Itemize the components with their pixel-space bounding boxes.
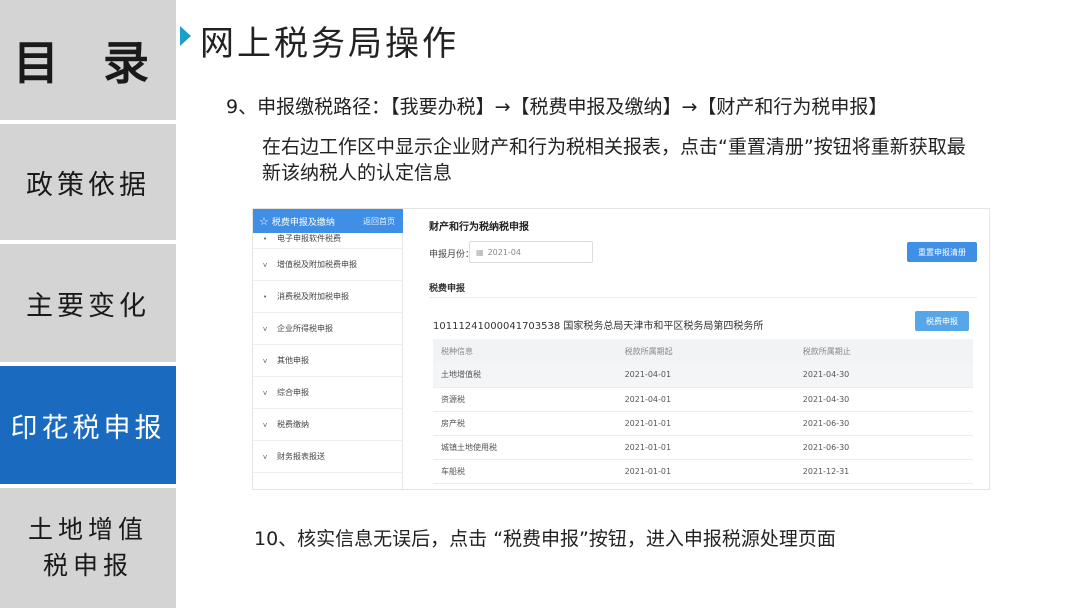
- sidebar-item[interactable]: v 税费缴纳: [253, 409, 403, 441]
- sidebar-item[interactable]: v 综合申报: [253, 377, 403, 409]
- panel-title: 财产和行为税纳税申报: [429, 222, 529, 233]
- table-cell: 2021-01-01: [616, 435, 795, 460]
- column-header: 税款所属期止: [794, 339, 973, 363]
- table-row[interactable]: 资源税 2021-04-01 2021-04-30: [433, 387, 973, 412]
- table-row[interactable]: 车船税 2021-01-01 2021-12-31: [433, 459, 973, 484]
- table-row[interactable]: 城镇土地使用税 2021-01-01 2021-06-30: [433, 435, 973, 460]
- sidebar-item-label: 其他申报: [277, 356, 309, 365]
- month-value: 2021-04: [487, 247, 521, 257]
- table-cell: 2021-01-01: [616, 411, 795, 436]
- step-9-description: 在右边工作区中显示企业财产和行为税相关报表，点击“重置清册”按钮将重新获取最新该…: [262, 136, 966, 184]
- sidebar-item[interactable]: • 消费税及附加税申报: [253, 281, 403, 313]
- tax-declare-button[interactable]: 税费申报: [915, 311, 969, 331]
- tax-table: 税种信息 税款所属期起 税款所属期止 土地增值税 2021-04-01 2021…: [433, 339, 973, 484]
- sidebar-item[interactable]: v 企业所得税申报: [253, 313, 403, 345]
- sidebar-item-label: 税费缴纳: [277, 420, 309, 429]
- nav-item-main-changes[interactable]: 主要变化: [0, 244, 176, 362]
- nav-item-label: 土地增值税申报: [27, 515, 148, 580]
- step-9-text: 9、申报缴税路径：【我要办税】→【税费申报及缴纳】→【财产和行为税申报】: [226, 96, 888, 118]
- month-field[interactable]: ▦ 2021-04: [469, 241, 593, 263]
- section-label: 税费申报: [429, 284, 466, 294]
- column-header: 税种信息: [433, 339, 617, 363]
- embedded-screenshot: ☆ 税费申报及缴纳 返回首页 • 电子申报软件税费 v 增值税及附加税费申报 • 消费…: [252, 208, 990, 490]
- month-label: 申报月份：: [429, 250, 475, 260]
- shot-sidebar: ☆ 税费申报及缴纳 返回首页 • 电子申报软件税费 v 增值税及附加税费申报 • 消费…: [253, 209, 403, 489]
- chevron-down-icon: v: [263, 324, 268, 333]
- nav-item-label: 政策依据: [26, 169, 150, 201]
- sidebar-item-label: 电子申报软件税费: [277, 234, 341, 243]
- nav-item-label: 主要变化: [26, 290, 150, 322]
- nav-item-land-vat[interactable]: 土地增值税申报: [0, 488, 176, 608]
- table-cell: 土地增值税: [433, 363, 617, 388]
- sidebar-item[interactable]: • 电子申报软件税费: [253, 229, 403, 249]
- table-cell: 2021-01-01: [616, 459, 795, 484]
- nav-item-policy-basis[interactable]: 政策依据: [0, 124, 176, 240]
- table-header-row: 税种信息 税款所属期起 税款所属期止: [433, 339, 973, 363]
- bullet-icon: •: [263, 292, 268, 301]
- table-cell: 2021-12-31: [794, 459, 973, 484]
- nav-item-stamp-tax-active[interactable]: 印花税申报: [0, 366, 176, 484]
- taxpayer-info: 1011124100004170353​8 国家税务总局天津市和平区税务局第四税…: [433, 321, 764, 332]
- calendar-icon: ▦: [476, 247, 484, 257]
- sidebar-item-label: 消费税及附加税申报: [277, 292, 349, 301]
- chevron-down-icon: v: [263, 260, 268, 269]
- chevron-down-icon: v: [263, 420, 268, 429]
- table-cell: 2021-04-30: [794, 387, 973, 412]
- nav-contents-label: 目 录: [12, 36, 163, 90]
- title-arrow-icon: [180, 26, 191, 46]
- section-divider: [429, 297, 977, 298]
- sidebar-item[interactable]: v 财务报表报送: [253, 441, 403, 473]
- table-cell: 2021-04-01: [616, 387, 795, 412]
- page-title: 网上税务局操作: [200, 24, 459, 64]
- chevron-down-icon: v: [263, 452, 268, 461]
- table-cell: 资源税: [433, 387, 617, 412]
- back-home-link[interactable]: 返回首页: [363, 216, 395, 227]
- table-cell: 房产税: [433, 411, 617, 436]
- table-row[interactable]: 房产税 2021-01-01 2021-06-30: [433, 411, 973, 436]
- table-cell: 2021-06-30: [794, 411, 973, 436]
- table-cell: 城镇土地使用税: [433, 435, 617, 460]
- table-cell: 2021-04-01: [616, 363, 795, 388]
- star-icon: ☆: [259, 214, 269, 228]
- sidebar-item[interactable]: v 增值税及附加税费申报: [253, 249, 403, 281]
- table-cell: 车船税: [433, 459, 617, 484]
- sidebar-header-label: 税费申报及缴纳: [271, 217, 335, 228]
- table-cell: 2021-06-30: [794, 435, 973, 460]
- reset-register-button[interactable]: 重置申报清册: [907, 242, 977, 262]
- table-cell: 2021-04-30: [794, 363, 973, 388]
- sidebar-item-label: 企业所得税申报: [277, 324, 333, 333]
- left-nav: 目 录 政策依据 主要变化 印花税申报 土地增值税申报: [0, 0, 176, 608]
- sidebar-item-label: 财务报表报送: [277, 452, 325, 461]
- bullet-icon: •: [263, 234, 268, 243]
- shot-main-panel: 财产和行为税纳税申报 申报月份： ▦ 2021-04 重置申报清册 税费申报 1…: [413, 209, 987, 489]
- step-10-text: 10、核实信息无误后，点击 “税费申报”按钮，进入申报税源处理页面: [254, 528, 836, 550]
- chevron-down-icon: v: [263, 388, 268, 397]
- sidebar-item-label: 综合申报: [277, 388, 309, 397]
- column-header: 税款所属期起: [616, 339, 795, 363]
- table-row[interactable]: 土地增值税 2021-04-01 2021-04-30: [433, 363, 973, 388]
- sidebar-item[interactable]: v 其他申报: [253, 345, 403, 377]
- chevron-down-icon: v: [263, 356, 268, 365]
- sidebar-item-label: 增值税及附加税费申报: [277, 260, 357, 269]
- nav-contents-heading: 目 录: [0, 0, 176, 120]
- nav-item-label: 印花税申报: [10, 412, 166, 444]
